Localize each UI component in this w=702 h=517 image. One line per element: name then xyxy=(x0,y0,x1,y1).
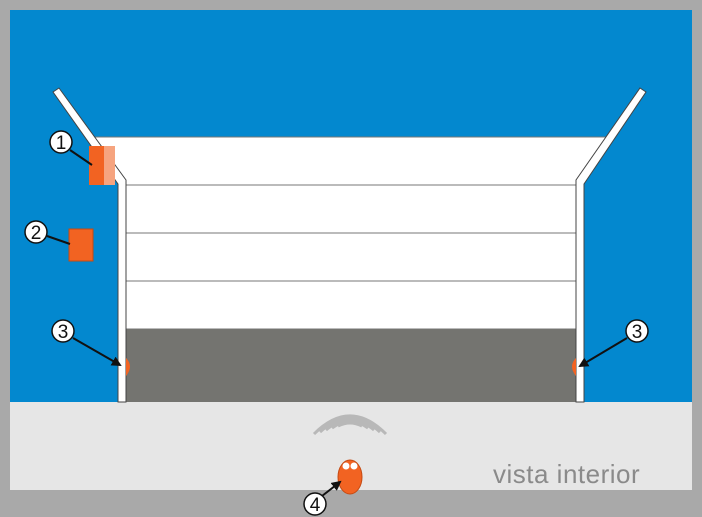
callout-number-4: 4 xyxy=(310,495,321,516)
control-box-2 xyxy=(68,228,94,262)
door-top-panel xyxy=(91,136,609,186)
remote-button-left xyxy=(342,462,350,470)
garage-diagram: 1 2 3 3 4 xyxy=(0,0,702,517)
door-opening xyxy=(122,329,578,402)
door-panel-2 xyxy=(121,232,579,282)
door-panel-1 xyxy=(121,184,579,234)
door-panel-3 xyxy=(121,280,579,330)
callout-number-3-right: 3 xyxy=(632,322,643,343)
control-box-1-overlap xyxy=(104,146,115,185)
remote-transmitter xyxy=(337,459,363,495)
remote-button-right xyxy=(350,462,358,470)
view-caption: vista interior xyxy=(493,459,641,489)
callout-number-3-left: 3 xyxy=(58,322,69,343)
callout-number-2: 2 xyxy=(31,223,42,244)
callout-number-1: 1 xyxy=(56,133,67,154)
